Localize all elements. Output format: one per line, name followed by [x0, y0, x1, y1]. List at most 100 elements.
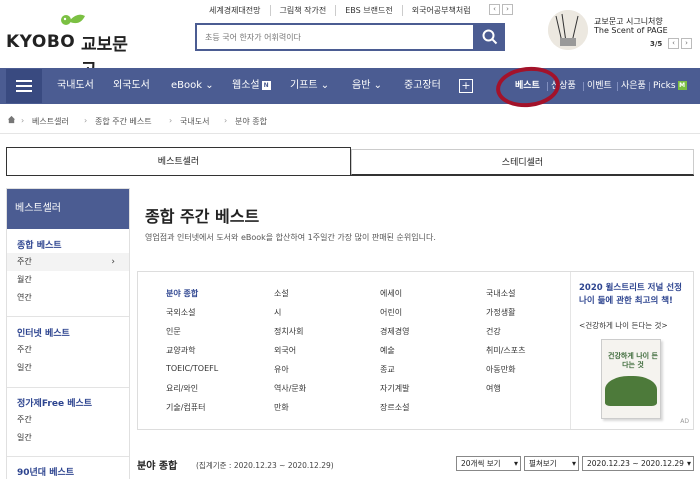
aggregation-period: (집계기준 : 2020.12.23 ~ 2020.12.29) [196, 461, 334, 470]
tab-bestseller[interactable]: 베스트셀러 [6, 147, 351, 175]
category-item[interactable]: 교양과학 [166, 345, 195, 356]
category-item[interactable]: 가정생활 [486, 307, 515, 318]
sidebar-item-daily[interactable]: 일간 [7, 429, 129, 447]
menu-button[interactable] [6, 69, 42, 103]
nav-gifts[interactable]: 사은품 [621, 68, 646, 104]
page-description: 영업점과 인터넷에서 도서와 eBook을 합산하여 1주일간 가장 많이 판매… [145, 233, 436, 242]
sidebar-group-title[interactable]: 인터넷 베스트 [7, 327, 129, 341]
top-link-4[interactable]: 외국어공부책처럼 [401, 5, 480, 16]
top-link-3[interactable]: EBS 브랜드전 [335, 5, 401, 16]
ad-headline-2: 나이 듦에 관한 최고의 책! [579, 296, 673, 306]
category-item[interactable]: 종교 [380, 364, 395, 375]
category-item[interactable]: 소설 [274, 288, 289, 299]
category-grid: 분야 종합 소설 에세이 국내소설 국외소설 시 어린이 가정생활 인문 정치사… [166, 288, 566, 418]
sidebar-item-weekly[interactable]: 주간 [7, 341, 129, 359]
category-item[interactable]: 어린이 [380, 307, 402, 318]
promo-next-icon[interactable]: › [681, 38, 692, 49]
sidebar-item-daily[interactable]: 일간 [7, 359, 129, 377]
sidebar-group-title[interactable]: 90년대 베스트 [7, 466, 129, 479]
sidebar-group-title[interactable]: 종합 베스트 [7, 239, 129, 253]
category-item[interactable]: 자기계발 [380, 383, 409, 394]
sidebar-group-title[interactable]: 정가제Free 베스트 [7, 397, 129, 411]
category-item[interactable]: 시 [274, 307, 281, 318]
category-item[interactable]: 정치사회 [274, 326, 303, 337]
sidebar-group-overall: 종합 베스트 주간 › 월간 연간 [7, 239, 129, 307]
kyobo-logo[interactable]: KYOBO 교보문고 [6, 10, 136, 80]
ad-headline-1: 2020 윌스트리트 저널 선정 [579, 283, 682, 293]
nav-picks[interactable]: Picks M [653, 68, 687, 104]
ad-book-name: <건강하게 나이 든다는 것> [579, 321, 668, 330]
breadcrumb-item-1[interactable]: 베스트셀러 [32, 116, 69, 127]
sidebar-group-pricefree: 정가제Free 베스트 주간 일간 [7, 397, 129, 447]
page-size-value: 20개씩 보기 [461, 459, 501, 468]
nav-foreign-books[interactable]: 외국도서 [113, 68, 150, 104]
nav-separator [583, 82, 584, 91]
sidebar-item-weekly[interactable]: 주간 [7, 411, 129, 429]
tab-steadyseller[interactable]: 스테디셀러 [351, 149, 694, 175]
nav-web-novel-label: 웹소설 [232, 80, 260, 91]
nav-music[interactable]: 음반 ⌄ [352, 68, 382, 104]
promo-prev-icon[interactable]: ‹ [668, 38, 679, 49]
nav-events[interactable]: 이벤트 [587, 68, 612, 104]
category-item[interactable]: 만화 [274, 402, 289, 413]
category-item[interactable]: 취미/스포츠 [486, 345, 526, 356]
category-item[interactable]: 국내소설 [486, 288, 515, 299]
new-badge-icon: N [261, 80, 271, 90]
search-button[interactable] [475, 23, 505, 51]
ad-book-cover-title: 건강하게 나이 든다는 것 [608, 352, 658, 369]
nav-music-label: 음반 [352, 80, 371, 91]
category-item[interactable]: 건강 [486, 326, 501, 337]
top-link-1[interactable]: 세계경제대전망 [200, 5, 270, 16]
category-box: 분야 종합 소설 에세이 국내소설 국외소설 시 어린이 가정생활 인문 정치사… [137, 271, 694, 430]
search-icon [482, 29, 498, 45]
sidebar: 베스트셀러 종합 베스트 주간 › 월간 연간 인터넷 베스트 주간 일간 정가제… [6, 188, 130, 479]
search-input[interactable] [197, 25, 467, 49]
breadcrumb-separator: › [21, 116, 25, 125]
category-item[interactable]: TOEIC/TOEFL [166, 364, 218, 373]
category-item[interactable]: 외국어 [274, 345, 296, 356]
category-item[interactable]: 분야 종합 [166, 288, 198, 299]
page-size-select[interactable]: 20개씩 보기 ▾ [456, 456, 521, 471]
chevron-down-icon: ▾ [571, 459, 576, 468]
category-item[interactable]: 요리/와인 [166, 383, 198, 394]
category-item[interactable]: 국외소설 [166, 307, 195, 318]
promo-banner[interactable]: 교보문고 시그니처향 The Scent of PAGE 3/5 ‹ › [546, 8, 696, 58]
category-item[interactable]: 경제경영 [380, 326, 409, 337]
nav-domestic-books[interactable]: 국내도서 [57, 68, 94, 104]
category-item[interactable]: 여행 [486, 383, 501, 394]
category-item[interactable]: 아동만화 [486, 364, 515, 375]
hamburger-icon [16, 80, 32, 92]
breadcrumb-item-2[interactable]: 종합 주간 베스트 [95, 116, 152, 127]
sidebar-item-monthly[interactable]: 월간 [7, 271, 129, 289]
view-mode-select[interactable]: 펼쳐보기 ▾ [524, 456, 579, 471]
date-range-select[interactable]: 2020.12.23 ~ 2020.12.29 ▾ [582, 456, 694, 471]
category-item[interactable]: 역사/문화 [274, 383, 306, 394]
nav-picks-label: Picks [653, 81, 676, 91]
nav-gift[interactable]: 기프트 ⌄ [290, 68, 329, 104]
chevron-right-icon: › [111, 257, 115, 267]
ad-label: AD [680, 418, 689, 425]
breadcrumb: › 베스트셀러 › 종합 주간 베스트 › 국내도서 › 분야 종합 [0, 104, 700, 134]
category-item[interactable]: 인문 [166, 326, 181, 337]
category-item[interactable]: 예술 [380, 345, 395, 356]
view-mode-value: 펼쳐보기 [529, 459, 557, 468]
home-icon[interactable] [7, 115, 16, 124]
category-item[interactable]: 유아 [274, 364, 289, 375]
nav-web-novel[interactable]: 웹소설 N [232, 68, 271, 104]
book-ad-banner[interactable]: 2020 윌스트리트 저널 선정 나이 듦에 관한 최고의 책! <건강하게 나… [570, 272, 695, 429]
breadcrumb-item-3[interactable]: 국내도서 [180, 116, 209, 127]
category-item[interactable]: 기술/컴퓨터 [166, 402, 206, 413]
sidebar-item-yearly[interactable]: 연간 [7, 289, 129, 307]
nav-ebook[interactable]: eBook ⌄ [171, 68, 214, 104]
category-item[interactable]: 에세이 [380, 288, 402, 299]
next-arrow-icon[interactable]: › [502, 4, 513, 15]
category-item[interactable]: 장르소설 [380, 402, 409, 413]
prev-arrow-icon[interactable]: ‹ [489, 4, 500, 15]
perfume-image-icon [548, 10, 588, 50]
plus-icon[interactable]: + [459, 79, 473, 93]
sidebar-item-weekly[interactable]: 주간 › [7, 253, 129, 271]
header: KYOBO 교보문고 세계경제대전망 그림책 작가전 EBS 브랜드전 외국어공… [0, 0, 700, 80]
top-link-2[interactable]: 그림책 작가전 [269, 5, 336, 16]
nav-used-market[interactable]: 중고장터 [404, 68, 441, 104]
breadcrumb-item-4[interactable]: 분야 종합 [235, 116, 267, 127]
